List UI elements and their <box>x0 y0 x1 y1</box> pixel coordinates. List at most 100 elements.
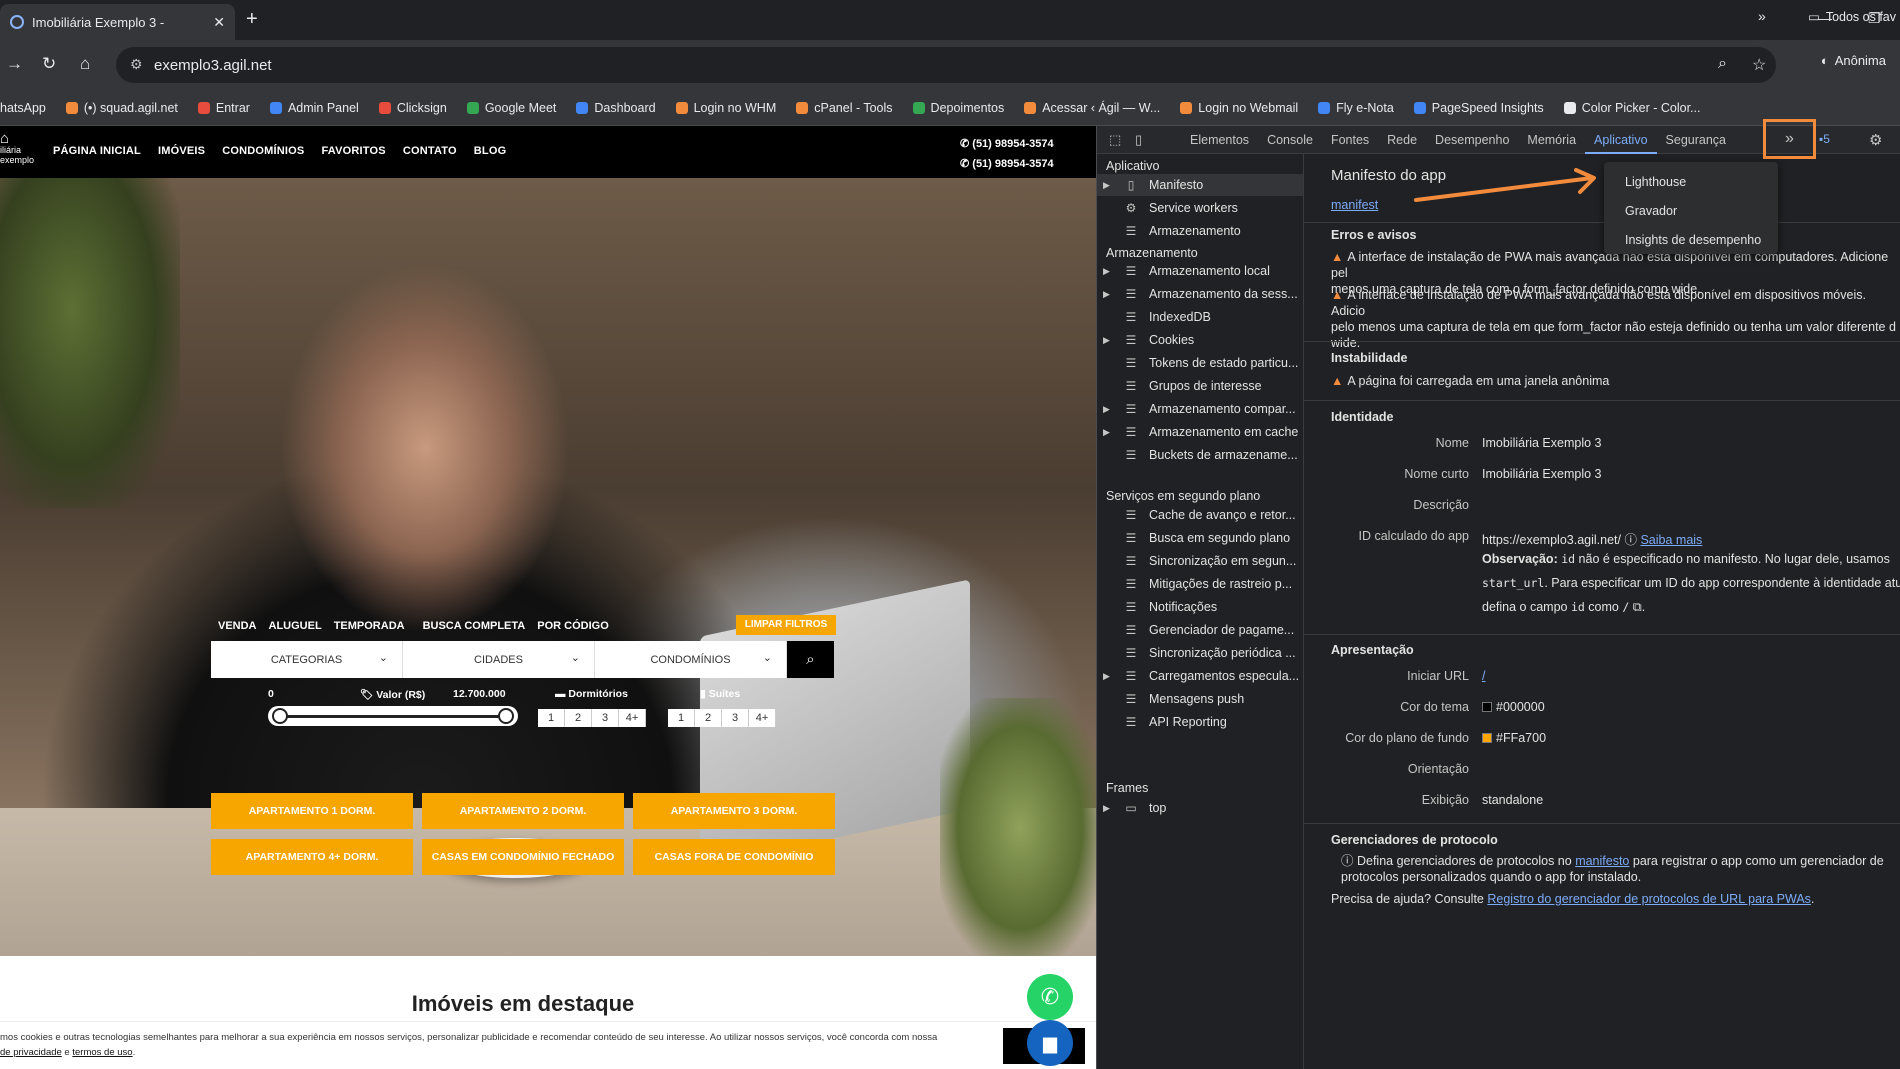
category-button[interactable]: CASAS EM CONDOMÍNIO FECHADO <box>422 839 624 875</box>
new-tab-icon[interactable]: + <box>246 8 258 31</box>
phone-2[interactable]: ✆ (51) 98954-3574 <box>960 154 1054 174</box>
sidebar-item[interactable]: ▶ ☰ Armazenamento da sess... <box>1097 283 1303 305</box>
sidebar-item[interactable]: ☰ IndexedDB <box>1097 306 1303 328</box>
home-icon[interactable]: ⌂ <box>80 54 90 74</box>
nav-link[interactable]: FAVORITOS <box>321 145 385 157</box>
incognito-profile[interactable]: ◐ Anônima <box>1821 53 1886 68</box>
device-toolbar-icon[interactable]: ▯ <box>1135 132 1142 148</box>
counter-option[interactable]: 1 <box>668 709 695 727</box>
sidebar-item[interactable]: ☰ Gerenciador de pagame... <box>1097 619 1303 641</box>
devtools-tab[interactable]: Aplicativo <box>1585 126 1657 154</box>
condominiums-select[interactable]: CONDOMÍNIOS ⌄ <box>595 641 787 678</box>
expand-arrow-icon[interactable]: ▶ <box>1103 803 1117 814</box>
bookmark-item[interactable]: Clicksign <box>378 101 447 115</box>
bookmark-item[interactable]: Fly e-Nota <box>1318 101 1394 115</box>
more-tabs-button[interactable]: » <box>1763 119 1816 159</box>
close-tab-icon[interactable]: ✕ <box>213 14 225 31</box>
sidebar-item[interactable]: ☰ Sincronização em segun... <box>1097 550 1303 572</box>
bookmark-star-icon[interactable]: ☆ <box>1752 55 1766 75</box>
all-bookmarks[interactable]: ▭ Todos os fav <box>1808 9 1896 25</box>
counter-option[interactable]: 4+ <box>749 709 776 727</box>
issues-counter[interactable]: ▪5 <box>1819 132 1830 146</box>
category-button[interactable]: APARTAMENTO 3 DORM. <box>633 793 835 829</box>
forward-icon[interactable]: → <box>6 54 23 74</box>
category-button[interactable]: APARTAMENTO 4+ DORM. <box>211 839 413 875</box>
cities-select[interactable]: CIDADES ⌄ <box>403 641 595 678</box>
sidebar-item[interactable]: ▶ ☰ Armazenamento local <box>1097 260 1303 282</box>
inspect-element-icon[interactable]: ⬚ <box>1109 132 1121 148</box>
sidebar-item[interactable]: ☰ Armazenamento <box>1097 220 1303 242</box>
sidebar-item[interactable]: ⚙ Service workers <box>1097 197 1303 219</box>
counter-option[interactable]: 2 <box>565 709 592 727</box>
whatsapp-button[interactable]: ✆ <box>1027 974 1073 1020</box>
nav-link[interactable]: BLOG <box>474 145 507 157</box>
bookmark-item[interactable]: Depoimentos <box>912 101 1004 115</box>
sidebar-item[interactable]: ☰ Buckets de armazename... <box>1097 444 1303 466</box>
bookmark-item[interactable]: Dashboard <box>576 101 656 115</box>
search-tab[interactable]: POR CÓDIGO <box>537 620 609 632</box>
more-menu-item[interactable]: Insights de desempenho <box>1604 226 1778 255</box>
learn-more-link[interactable]: Saiba mais <box>1640 533 1702 547</box>
settings-gear-icon[interactable]: ⚙ <box>1869 131 1882 149</box>
sidebar-item[interactable]: ☰ Grupos de interesse <box>1097 375 1303 397</box>
slider-min-handle[interactable] <box>272 708 288 724</box>
bookmark-item[interactable]: Admin Panel <box>269 101 359 115</box>
search-tab[interactable]: TEMPORADA <box>334 620 405 632</box>
bookmark-item[interactable]: Google Meet <box>466 101 556 115</box>
sidebar-item[interactable]: ☰ Mitigações de rastreio p... <box>1097 573 1303 595</box>
category-button[interactable]: APARTAMENTO 1 DORM. <box>211 793 413 829</box>
manifest-link[interactable]: manifest <box>1331 198 1378 212</box>
sidebar-item[interactable]: ☰ Notificações <box>1097 596 1303 618</box>
bookmark-item[interactable]: Entrar <box>197 101 250 115</box>
site-info-icon[interactable]: ⚙ <box>130 56 143 73</box>
devtools-tab[interactable]: Rede <box>1378 126 1426 154</box>
start-url-link[interactable]: / <box>1482 669 1485 683</box>
bookmark-item[interactable]: Color Picker - Color... <box>1563 101 1700 115</box>
nav-link[interactable]: CONDOMÍNIOS <box>222 145 304 157</box>
slider-max-handle[interactable] <box>498 708 514 724</box>
bookmark-item[interactable]: (•) squad.agil.net <box>65 101 178 115</box>
expand-arrow-icon[interactable]: ▶ <box>1103 289 1117 300</box>
privacy-policy-link[interactable]: de privacidade <box>0 1047 62 1058</box>
sidebar-item[interactable]: ▶ ☰ Armazenamento compar... <box>1097 398 1303 420</box>
nav-link[interactable]: IMÓVEIS <box>158 145 205 157</box>
address-bar[interactable]: ⚙ exemplo3.agil.net ⌕ ☆ <box>116 47 1776 83</box>
search-tab[interactable]: ALUGUEL <box>269 620 322 632</box>
categories-select[interactable]: CATEGORIAS ⌄ <box>211 641 403 678</box>
search-button[interactable]: ⌕ <box>787 641 834 678</box>
bookmark-item[interactable]: hatsApp <box>0 101 46 115</box>
devtools-tab[interactable]: Fontes <box>1322 126 1378 154</box>
search-tab[interactable]: VENDA <box>218 620 257 632</box>
category-button[interactable]: APARTAMENTO 2 DORM. <box>422 793 624 829</box>
bookmark-item[interactable]: Acessar ‹ Ágil — W... <box>1024 101 1160 115</box>
counter-option[interactable]: 2 <box>695 709 722 727</box>
expand-arrow-icon[interactable]: ▶ <box>1103 180 1117 191</box>
clear-filters-button[interactable]: LIMPAR FILTROS <box>736 615 836 635</box>
counter-option[interactable]: 3 <box>592 709 619 727</box>
manifest-doc-link[interactable]: manifesto <box>1575 854 1629 868</box>
sidebar-item[interactable]: ☰ Tokens de estado particu... <box>1097 352 1303 374</box>
browser-tab[interactable]: Imobiliária Exemplo 3 - ✕ <box>0 4 235 40</box>
copy-icon[interactable]: ⧉ <box>1633 600 1642 614</box>
phone-1[interactable]: ✆ (51) 98954-3574 <box>960 134 1054 154</box>
devtools-tab[interactable]: Desempenho <box>1426 126 1518 154</box>
sidebar-item[interactable]: ▶ ▯ Manifesto <box>1097 174 1303 196</box>
nav-link[interactable]: CONTATO <box>403 145 457 157</box>
counter-option[interactable]: 4+ <box>619 709 646 727</box>
devtools-tab[interactable]: Memória <box>1518 126 1585 154</box>
expand-arrow-icon[interactable]: ▶ <box>1103 335 1117 346</box>
counter-option[interactable]: 3 <box>722 709 749 727</box>
site-logo[interactable]: ⌂ iliária exemplo <box>0 131 36 170</box>
sidebar-item[interactable]: ☰ API Reporting <box>1097 711 1303 733</box>
sidebar-item[interactable]: ☰ Cache de avanço e retor... <box>1097 504 1303 526</box>
devtools-tab[interactable]: Segurança <box>1657 126 1735 154</box>
search-tab[interactable]: BUSCA COMPLETA <box>423 620 526 632</box>
nav-link[interactable]: PÁGINA INICIAL <box>53 145 141 157</box>
bookmark-item[interactable]: Login no Webmail <box>1180 101 1298 115</box>
expand-arrow-icon[interactable]: ▶ <box>1103 266 1117 277</box>
bookmark-item[interactable]: PageSpeed Insights <box>1413 101 1544 115</box>
terms-of-use-link[interactable]: termos de uso <box>72 1047 132 1058</box>
sidebar-item[interactable]: ▶ ☰ Armazenamento em cache <box>1097 421 1303 443</box>
sidebar-item[interactable]: ☰ Sincronização periódica ... <box>1097 642 1303 664</box>
expand-arrow-icon[interactable]: ▶ <box>1103 671 1117 682</box>
